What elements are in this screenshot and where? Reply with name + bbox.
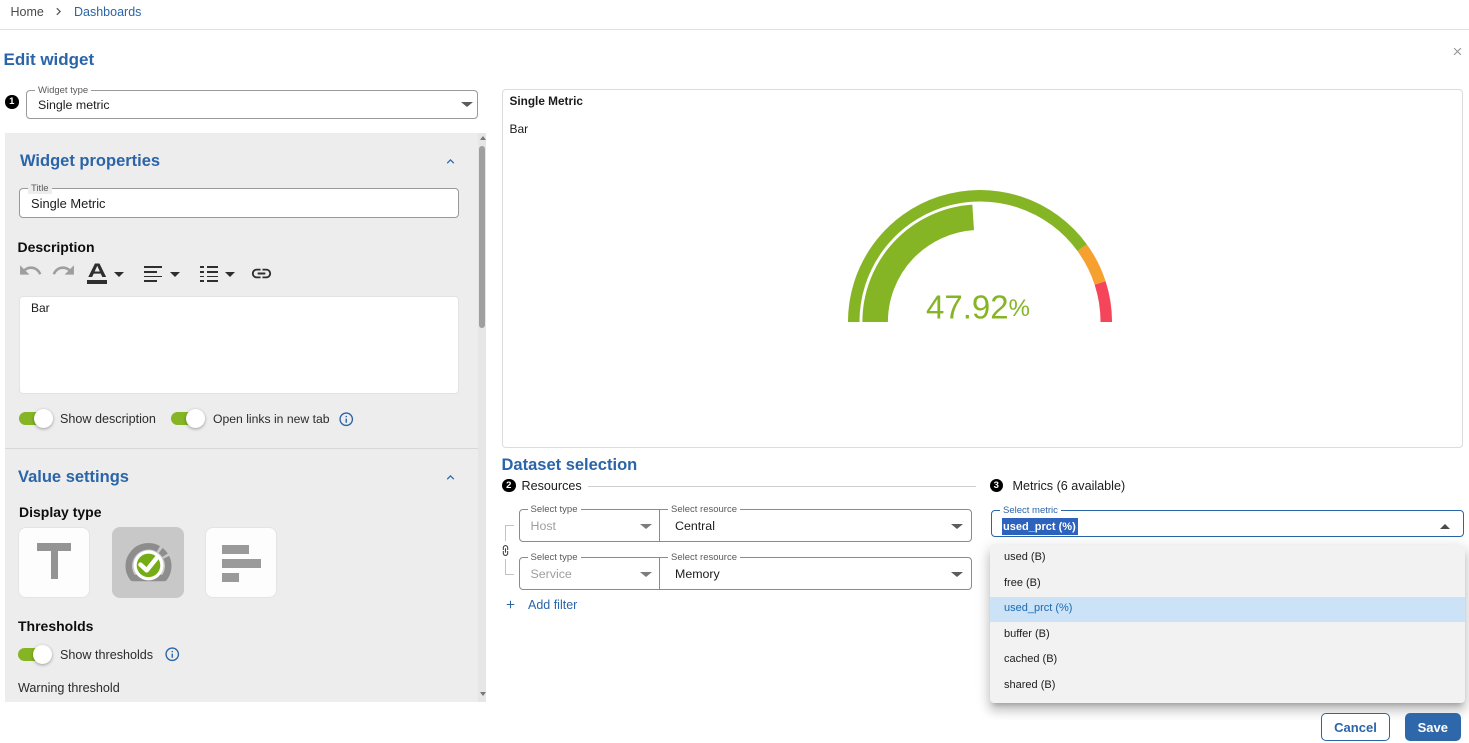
svg-text:47.92%: 47.92% [926, 289, 1030, 326]
